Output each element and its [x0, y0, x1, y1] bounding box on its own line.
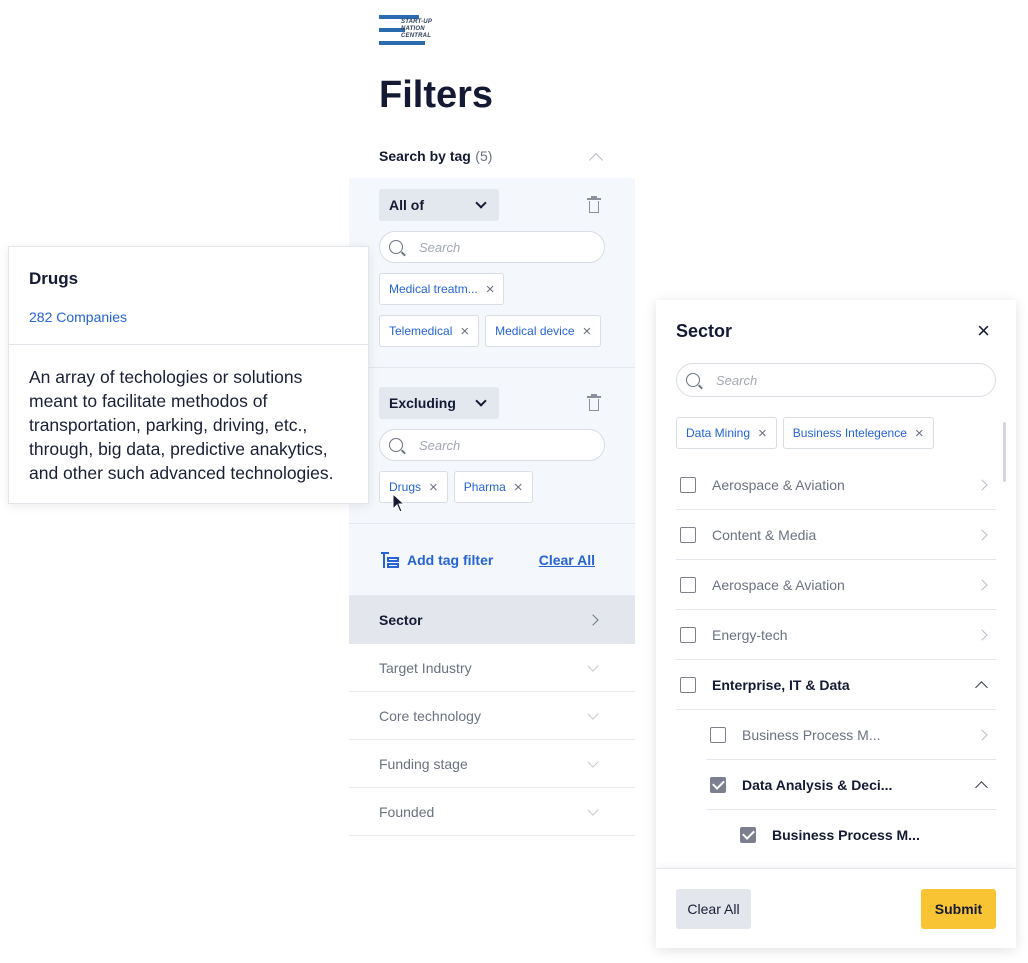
tooltip-description: An array of techologies or solutions mea… — [29, 367, 334, 483]
checkbox-checked[interactable] — [710, 776, 726, 793]
tag-chip[interactable]: Medical treatm... × — [379, 273, 505, 305]
close-icon[interactable]: × — [758, 426, 767, 441]
sector-item[interactable]: Content & Media — [676, 510, 996, 560]
page-title: Filters — [379, 74, 494, 116]
search-icon — [389, 240, 403, 254]
close-icon[interactable]: × — [514, 480, 523, 495]
trash-icon[interactable] — [587, 394, 601, 411]
tag-tooltip: Drugs 282 Companies An array of techolog… — [8, 246, 369, 504]
tag-mode-select[interactable]: All of — [379, 189, 499, 221]
close-icon[interactable]: × — [915, 426, 924, 441]
sector-subitem[interactable]: Business Process M... — [706, 710, 996, 760]
filters-panel: Search by tag (5) All of Search Medical … — [349, 136, 635, 836]
clear-all-link[interactable]: Clear All — [539, 552, 595, 568]
chevron-right-icon[interactable] — [976, 728, 988, 741]
tag-chip[interactable]: Telemedical × — [379, 315, 480, 347]
mouse-cursor-icon — [392, 493, 406, 513]
logo[interactable]: START-UP NATION CENTRAL — [379, 15, 441, 45]
tag-group-all-of: All of Search Medical treatm... × Telemed… — [349, 178, 635, 368]
chevron-down-icon — [475, 395, 487, 407]
accordion-sector[interactable]: Sector — [349, 596, 635, 644]
accordion-core-technology[interactable]: Core technology — [349, 692, 635, 740]
close-icon[interactable]: × — [486, 282, 495, 297]
chevron-right-icon — [587, 614, 599, 626]
tree-icon — [381, 551, 399, 568]
tag-search-input[interactable]: Search — [379, 429, 605, 461]
accordion-funding-stage[interactable]: Funding stage — [349, 740, 635, 788]
chevron-down-icon — [587, 659, 599, 672]
tag-chip[interactable]: Drugs × — [379, 471, 448, 503]
search-icon — [389, 438, 403, 452]
tag-chips: Drugs × Pharma × — [379, 471, 605, 503]
chevron-down-icon — [475, 197, 487, 209]
search-icon — [686, 373, 700, 387]
tag-chip[interactable]: Medical device × — [485, 315, 602, 347]
sector-subitem[interactable]: Business Process M... — [736, 810, 996, 860]
chevron-up-icon[interactable] — [975, 680, 988, 694]
chevron-right-icon[interactable] — [976, 578, 988, 591]
tag-chip[interactable]: Pharma × — [453, 471, 533, 503]
sector-selected-tags: Data Mining × Business Intelegence × — [676, 417, 1016, 449]
accordion-target-industry[interactable]: Target Industry — [349, 644, 635, 692]
chevron-down-icon — [587, 755, 599, 768]
tag-chips: Medical treatm... × Telemedical × Medical … — [379, 273, 605, 347]
sector-title: Sector — [676, 320, 733, 341]
chevron-up-icon[interactable] — [588, 152, 604, 167]
chevron-down-icon — [587, 803, 599, 816]
chevron-right-icon[interactable] — [976, 478, 988, 491]
chevron-right-icon[interactable] — [976, 528, 988, 541]
trash-icon[interactable] — [587, 196, 601, 213]
sector-item[interactable]: Aerospace & Aviation — [676, 460, 996, 510]
tag-search-input[interactable]: Search — [379, 231, 605, 263]
close-icon[interactable]: × — [429, 480, 438, 495]
logo-bar — [379, 41, 425, 45]
sector-item[interactable]: Enterprise, IT & Data — [676, 660, 996, 710]
tag-chip[interactable]: Business Intelegence × — [782, 417, 934, 449]
submit-button[interactable]: Submit — [921, 888, 996, 929]
scrollbar[interactable] — [1003, 422, 1006, 482]
sector-search-input[interactable]: Search — [676, 363, 996, 397]
checkbox[interactable] — [680, 476, 696, 493]
checkbox[interactable] — [680, 676, 696, 693]
tooltip-companies-link[interactable]: 282 Companies — [29, 309, 348, 325]
close-icon[interactable]: × — [583, 324, 592, 339]
sector-item[interactable]: Energy-tech — [676, 610, 996, 660]
accordion-founded[interactable]: Founded — [349, 788, 635, 836]
chevron-down-icon — [587, 707, 599, 720]
checkbox-checked[interactable] — [740, 827, 756, 843]
checkbox[interactable] — [710, 726, 726, 743]
add-tag-filter-row: Add tag filter Clear All — [349, 524, 635, 596]
checkbox[interactable] — [680, 576, 696, 593]
checkbox[interactable] — [680, 626, 696, 643]
tag-mode-select[interactable]: Excluding — [379, 387, 499, 419]
sector-subitem[interactable]: Data Analysis & Deci... — [706, 760, 996, 810]
close-icon[interactable]: × — [977, 320, 990, 342]
logo-text: START-UP NATION CENTRAL — [401, 19, 433, 39]
add-tag-filter-button[interactable]: Add tag filter — [381, 551, 493, 568]
search-by-tag-label: Search by tag — [379, 148, 471, 164]
sector-item[interactable]: Aerospace & Aviation — [676, 560, 996, 610]
tooltip-title: Drugs — [29, 269, 79, 288]
clear-all-button[interactable]: Clear All — [676, 888, 751, 929]
sector-modal: Sector × Search Data Mining × Business In… — [656, 300, 1016, 948]
tag-chip[interactable]: Data Mining × — [676, 417, 777, 449]
sector-list: Aerospace & Aviation Content & Media Aer… — [676, 460, 996, 860]
search-by-tag-count: (5) — [475, 148, 493, 164]
checkbox[interactable] — [680, 526, 696, 543]
sector-footer: Clear All Submit — [656, 868, 1016, 948]
chevron-up-icon[interactable] — [975, 780, 988, 794]
chevron-right-icon[interactable] — [976, 628, 988, 641]
close-icon[interactable]: × — [460, 324, 469, 339]
search-by-tag-header[interactable]: Search by tag (5) — [349, 136, 635, 178]
